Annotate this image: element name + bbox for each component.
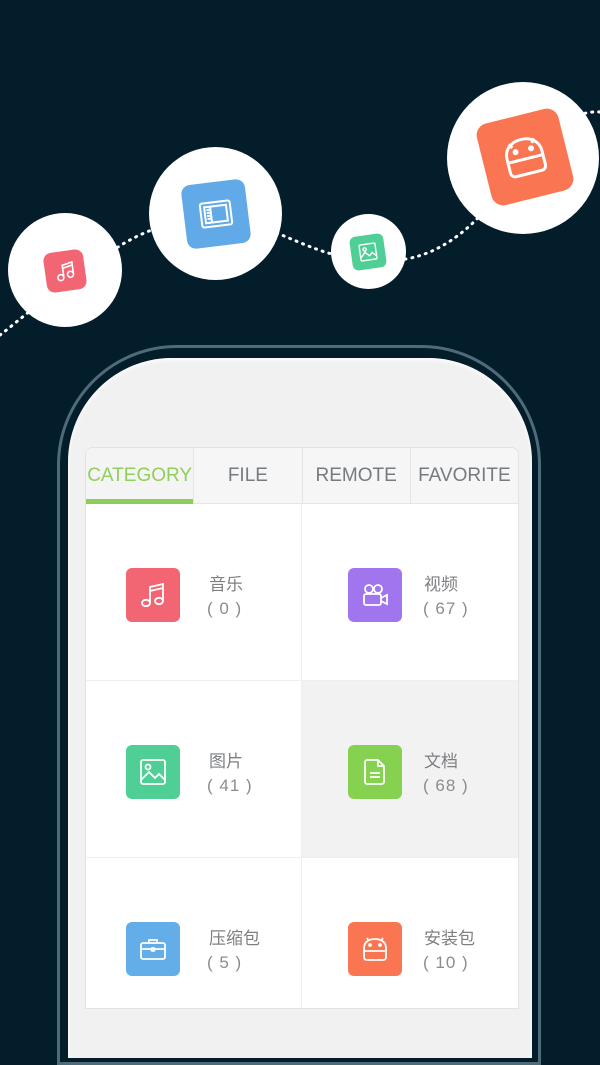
image-icon: [126, 745, 180, 799]
category-count: ( 10 ): [423, 953, 469, 972]
music-note-icon: [126, 568, 180, 622]
category-count: ( 5 ): [207, 953, 243, 972]
category-music[interactable]: 音乐 ( 0 ): [86, 504, 302, 681]
tab-favorite[interactable]: FAVORITE: [411, 448, 518, 503]
category-count: ( 0 ): [207, 599, 243, 618]
floating-bubble-image: [331, 214, 406, 289]
android-icon: [348, 922, 402, 976]
category-label: 视频: [424, 575, 458, 594]
floating-bubble-android: [447, 82, 599, 234]
category-grid: 音乐 ( 0 ) 视频 ( 67 ) 图片 ( 41 ) 文档 ( 68 ) 压…: [86, 504, 518, 1008]
category-count: ( 67 ): [423, 599, 469, 618]
document-icon: [348, 745, 402, 799]
book-icon: [180, 178, 252, 250]
category-image[interactable]: 图片 ( 41 ): [86, 681, 302, 858]
music-note-icon: [42, 248, 88, 294]
category-archive[interactable]: 压缩包 ( 5 ): [86, 858, 302, 1008]
category-label: 文档: [424, 752, 458, 771]
file-manager-panel: CATEGORY FILE REMOTE FAVORITE 音乐 ( 0 ) 视…: [85, 447, 519, 1009]
tab-label: REMOTE: [315, 464, 397, 486]
tab-label: FAVORITE: [418, 464, 511, 486]
tab-label: FILE: [227, 464, 268, 486]
tab-bar: CATEGORY FILE REMOTE FAVORITE: [86, 448, 518, 504]
floating-bubble-book: [149, 147, 282, 280]
tab-label: CATEGORY: [87, 464, 193, 486]
category-label: 安装包: [424, 929, 475, 948]
floating-bubble-music: [8, 213, 122, 327]
category-count: ( 41 ): [207, 776, 253, 795]
tab-remote[interactable]: REMOTE: [303, 448, 411, 503]
category-label: 压缩包: [209, 929, 260, 948]
category-document[interactable]: 文档 ( 68 ): [302, 681, 518, 858]
category-count: ( 68 ): [423, 776, 469, 795]
tab-file[interactable]: FILE: [194, 448, 303, 503]
android-icon: [474, 106, 576, 208]
category-video[interactable]: 视频 ( 67 ): [302, 504, 518, 681]
category-apk[interactable]: 安装包 ( 10 ): [302, 858, 518, 1008]
briefcase-icon: [126, 922, 180, 976]
category-label: 图片: [209, 752, 243, 771]
category-label: 音乐: [209, 575, 243, 594]
video-camera-icon: [348, 568, 402, 622]
tab-category[interactable]: CATEGORY: [86, 448, 195, 504]
image-icon: [348, 232, 388, 272]
